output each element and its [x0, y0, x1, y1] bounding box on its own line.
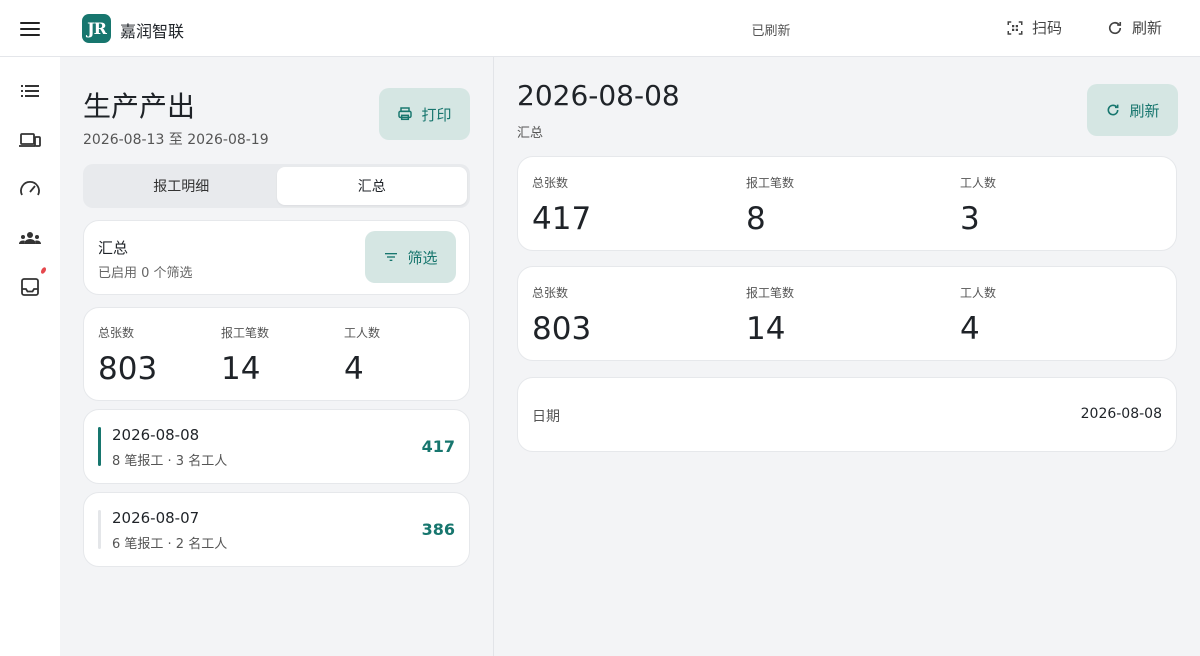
stat-worker-count: 工人数 3: [960, 174, 996, 237]
devices-icon[interactable]: [18, 128, 42, 152]
row-indicator: [98, 510, 101, 549]
day-total: 417: [421, 437, 455, 456]
day-row-2026-08-07[interactable]: 2026-08-07 6 笔报工 · 2 名工人 386: [83, 492, 470, 567]
day-stats-card: 总张数 417 报工笔数 8 工人数 3: [517, 156, 1177, 251]
groups-icon[interactable]: [18, 226, 42, 250]
filter-label: 筛选: [407, 248, 438, 267]
day-summary: 8 笔报工 · 3 名工人: [112, 454, 228, 469]
stat-label: 报工笔数: [221, 326, 270, 340]
refresh-label: 刷新: [1129, 101, 1160, 120]
date-value: 2026-08-08: [1080, 406, 1162, 422]
speedometer-icon[interactable]: [18, 177, 42, 201]
tab-detail[interactable]: 报工明细: [86, 167, 277, 205]
day-date: 2026-08-08: [112, 426, 200, 444]
stat-worker-count: 工人数 4: [960, 284, 996, 347]
stat-label: 总张数: [532, 286, 569, 300]
stat-value: 4: [344, 351, 364, 387]
view-tabs: 报工明细 汇总: [83, 164, 470, 208]
refresh-button[interactable]: 刷新: [1087, 84, 1178, 136]
stat-total-sheets: 总张数 417: [532, 174, 591, 237]
day-date: 2026-08-07: [112, 509, 200, 527]
stat-label: 工人数: [960, 176, 997, 190]
summary-list-panel: 生产产出 2026-08-13 至 2026-08-19 打印 报工明细 汇总 …: [60, 57, 493, 656]
refresh-icon: [1108, 104, 1119, 116]
filter-title: 汇总: [98, 239, 129, 257]
stat-value: 417: [532, 201, 592, 237]
page-title: 生产产出: [83, 90, 196, 123]
stat-value: 14: [221, 351, 261, 387]
stat-value: 8: [746, 201, 766, 237]
nav-rail: [0, 57, 60, 656]
scan-button[interactable]: 扫码: [1006, 17, 1062, 38]
print-label: 打印: [421, 105, 452, 124]
stat-report-count: 报工笔数 8: [746, 174, 794, 237]
filter-button[interactable]: 筛选: [365, 231, 456, 283]
day-detail-panel: 2026-08-08 汇总 刷新 总张数 417 报工笔数 8 工人数 3 总张…: [494, 57, 1200, 656]
stat-report-count: 报工笔数 14: [221, 324, 269, 387]
detail-title: 2026-08-08: [517, 79, 680, 112]
print-button[interactable]: 打印: [379, 88, 470, 140]
qr-scan-icon: [1007, 20, 1023, 35]
top-refresh-button[interactable]: 刷新: [1106, 17, 1162, 38]
stat-value: 803: [98, 351, 158, 387]
total-stats-card: 总张数 803 报工笔数 14 工人数 4: [83, 307, 470, 401]
brand-logo: JR: [82, 14, 111, 43]
stat-total-sheets: 总张数 803: [98, 324, 157, 387]
stat-label: 总张数: [532, 176, 569, 190]
stat-label: 报工笔数: [746, 286, 795, 300]
stat-label: 总张数: [98, 326, 135, 340]
day-row-2026-08-08[interactable]: 2026-08-08 8 笔报工 · 3 名工人 417: [83, 409, 470, 484]
stat-worker-count: 工人数 4: [344, 324, 380, 387]
stat-value: 4: [960, 311, 980, 347]
top-refresh-label: 刷新: [1132, 19, 1163, 37]
day-summary: 6 笔报工 · 2 名工人: [112, 537, 228, 552]
menu-icon[interactable]: [18, 18, 42, 40]
printer-icon: [398, 107, 413, 121]
filter-status: 已启用 0 个筛选: [98, 266, 193, 281]
list-icon[interactable]: [18, 79, 42, 103]
stat-value: 14: [746, 311, 786, 347]
brand-name: 嘉润智联: [120, 22, 185, 41]
stat-label: 工人数: [960, 286, 997, 300]
stat-label: 工人数: [344, 326, 381, 340]
notification-dot: [39, 266, 48, 275]
filter-icon: [385, 253, 398, 261]
selected-indicator: [98, 427, 101, 466]
scan-label: 扫码: [1032, 19, 1063, 37]
top-bar: JR 嘉润智联 已刷新 扫码 刷新: [0, 0, 1200, 57]
date-range: 2026-08-13 至 2026-08-19: [83, 132, 269, 148]
detail-subtitle: 汇总: [517, 126, 544, 141]
date-info-card: 日期 2026-08-08: [517, 377, 1177, 452]
tab-summary[interactable]: 汇总: [276, 167, 467, 205]
filter-card: 汇总 已启用 0 个筛选 筛选: [83, 220, 470, 295]
refresh-icon: [1108, 21, 1122, 34]
date-label: 日期: [532, 409, 560, 425]
total-stats-card: 总张数 803 报工笔数 14 工人数 4: [517, 266, 1177, 361]
stat-label: 报工笔数: [746, 176, 795, 190]
stat-report-count: 报工笔数 14: [746, 284, 794, 347]
stat-value: 803: [532, 311, 592, 347]
inbox-icon[interactable]: [18, 275, 42, 299]
stat-total-sheets: 总张数 803: [532, 284, 591, 347]
stat-value: 3: [960, 201, 980, 237]
day-total: 386: [421, 520, 455, 539]
refresh-status: 已刷新: [751, 24, 791, 39]
